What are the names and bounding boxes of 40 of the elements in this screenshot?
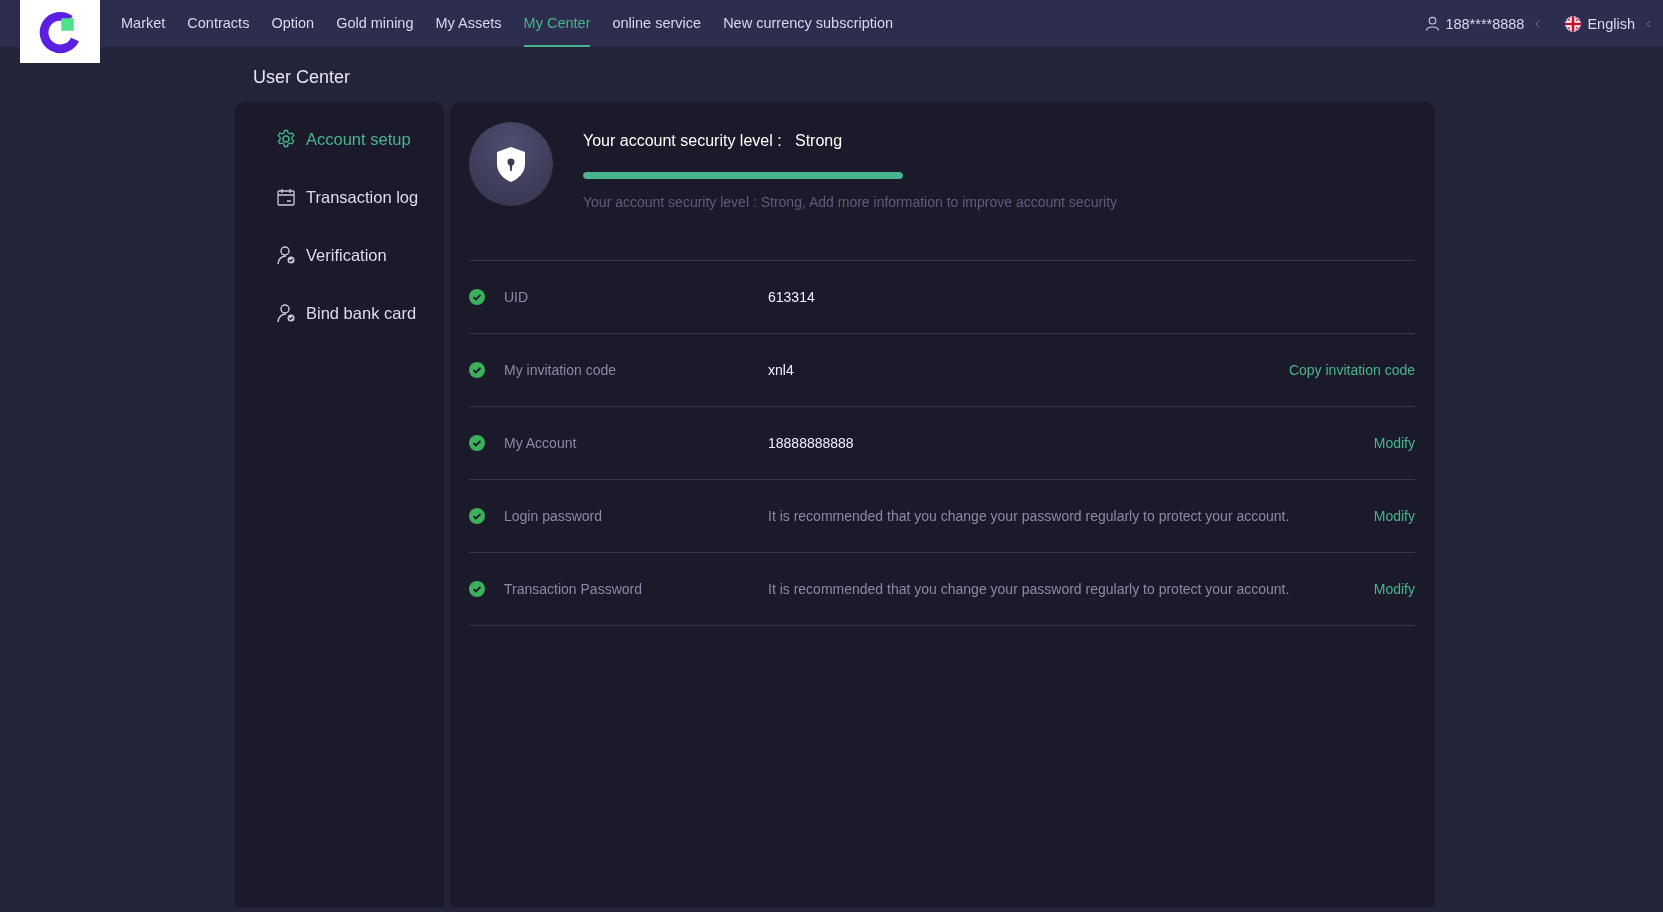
person-check-icon	[276, 245, 296, 265]
sidebar-item[interactable]: Verification	[276, 226, 444, 284]
field-value: 18888888888	[768, 435, 854, 451]
nav-link[interactable]: Option	[271, 0, 315, 47]
field-hint: It is recommended that you change your password regularly to protect your account.	[768, 581, 1290, 597]
user-icon	[1425, 16, 1441, 31]
logo-icon[interactable]	[20, 0, 100, 63]
gear-icon	[276, 129, 296, 149]
field-label: Transaction Password	[504, 581, 643, 597]
sidebar-item[interactable]: Bind bank card	[276, 284, 444, 342]
nav-link[interactable]: Contracts	[187, 0, 250, 47]
user-account-menu[interactable]: 188****8888	[1445, 15, 1525, 32]
field-value: xnl4	[768, 362, 794, 378]
security-level-title: Your account security level : Strong	[583, 132, 844, 150]
field-label: Login password	[504, 508, 604, 524]
chevron-icon	[1646, 19, 1651, 28]
nav-link[interactable]: My Assets	[435, 0, 502, 47]
calendar-icon	[276, 187, 296, 207]
field-label: UID	[504, 289, 530, 305]
language-selector[interactable]: English	[1587, 15, 1635, 32]
nav-link[interactable]: New currency subscription	[723, 0, 894, 47]
page-title: User Center	[252, 66, 352, 89]
nav-link[interactable]: online service	[612, 0, 702, 47]
chevron-icon	[1535, 19, 1541, 28]
field-value: 613314	[768, 289, 815, 305]
sidebar-item[interactable]: Transaction log	[276, 168, 444, 226]
action-link[interactable]: Copy invitation code	[1288, 362, 1415, 378]
nav-link[interactable]: My Center	[523, 0, 591, 47]
field-label: My Account	[504, 435, 578, 451]
flag-icon	[1564, 14, 1583, 33]
person-check-icon	[276, 303, 296, 323]
action-link[interactable]: Modify	[1373, 581, 1415, 597]
field-hint: It is recommended that you change your password regularly to protect your account.	[768, 508, 1290, 524]
action-link[interactable]: Modify	[1373, 508, 1415, 524]
field-label: My invitation code	[504, 362, 618, 378]
sidebar-item[interactable]: Account setup	[276, 110, 444, 168]
nav-link[interactable]: Gold mining	[336, 0, 414, 47]
nav-link[interactable]: Market	[121, 0, 166, 47]
security-hint: Your account security level : Strong, Add more information to improve account security	[583, 194, 1118, 210]
action-link[interactable]: Modify	[1373, 435, 1415, 451]
